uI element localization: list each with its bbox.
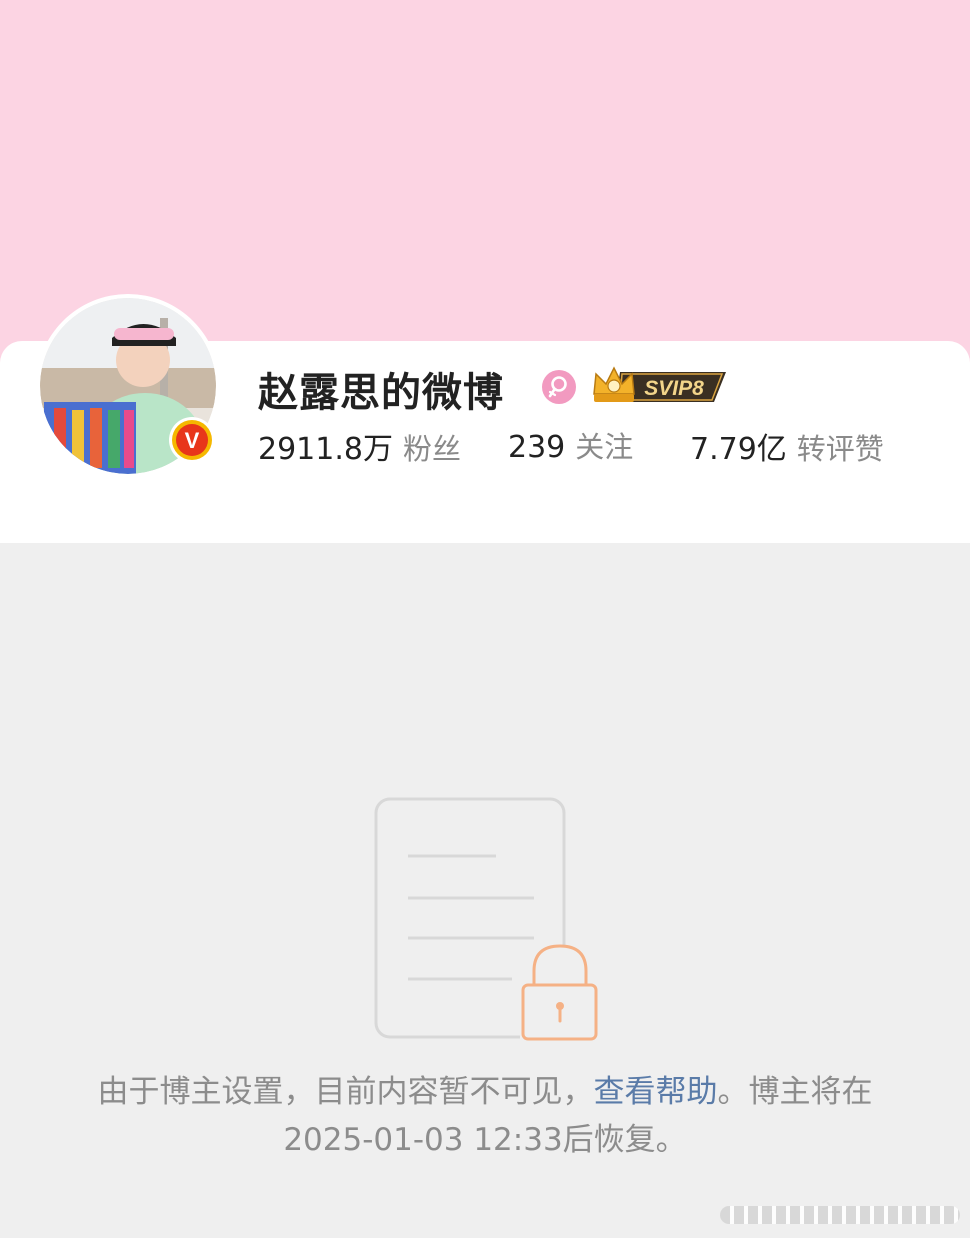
svg-text:SVIP8: SVIP8 (644, 377, 704, 400)
privacy-notice: 由于博主设置，目前内容暂不可见，查看帮助。博主将在2025-01-03 12:3… (80, 1068, 890, 1164)
stat-fans-label: 粉丝 (402, 432, 461, 466)
stat-following-label: 关注 (575, 430, 634, 464)
verified-v-icon: V (169, 417, 215, 463)
svip-badge[interactable]: SVIP8 (590, 364, 726, 408)
stat-interactions[interactable]: 7.79亿 转评赞 (690, 424, 884, 468)
notice-text-start: 由于博主设置，目前内容暂不可见， (97, 1074, 594, 1110)
stat-fans-value: 2911.8万 (258, 432, 393, 467)
profile-stats: 2911.8万 粉丝 239 关注 7.79亿 转评赞 (258, 424, 938, 468)
svg-text:V: V (185, 428, 200, 453)
stat-following-value: 239 (508, 430, 566, 465)
avatar[interactable]: V (36, 294, 220, 478)
watermark-strip (720, 1206, 960, 1224)
stat-interactions-value: 7.79亿 (690, 432, 787, 467)
stat-following[interactable]: 239 关注 (508, 424, 633, 466)
help-link[interactable]: 查看帮助 (594, 1074, 718, 1110)
female-icon (542, 370, 576, 404)
stat-interactions-label: 转评赞 (796, 432, 884, 466)
profile-name: 赵露思的微博 (258, 370, 504, 416)
locked-document-icon (374, 797, 600, 1045)
stat-fans[interactable]: 2911.8万 粉丝 (258, 424, 461, 468)
